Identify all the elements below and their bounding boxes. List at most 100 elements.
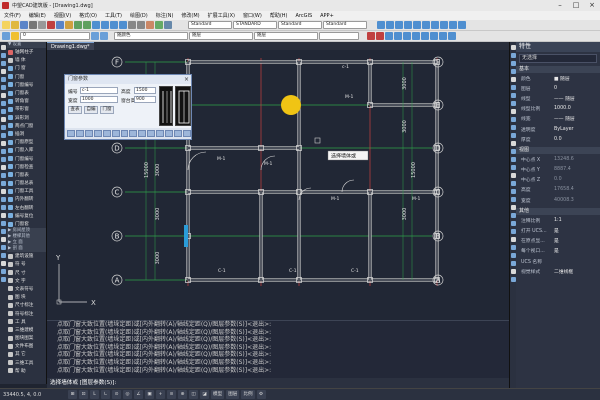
draw-command-icon[interactable] <box>1 181 6 186</box>
draw-command-icon[interactable] <box>1 189 6 194</box>
undo-icon[interactable] <box>74 21 82 29</box>
minimize-icon[interactable]: – <box>552 0 568 11</box>
zoom-window-icon[interactable] <box>110 21 118 29</box>
insert-wall-equal-icon[interactable] <box>93 130 102 137</box>
menu-item-8[interactable]: 扩展工具(X) <box>204 12 239 19</box>
layer-manager-icon[interactable] <box>2 32 10 40</box>
sill-height-input[interactable]: 900 <box>134 96 156 103</box>
make-current-layer-icon[interactable] <box>91 32 99 40</box>
sidebar-item[interactable]: 门窗表 <box>7 89 46 97</box>
property-row[interactable]: 在原点显... 是 <box>516 236 600 246</box>
draw-command-icon[interactable] <box>1 77 6 82</box>
draw-command-icon[interactable] <box>1 101 6 106</box>
insert-door-window-icon[interactable] <box>174 130 182 137</box>
sidebar-item[interactable]: 编号复位 <box>7 212 46 220</box>
sidebar-item[interactable]: 工 具 <box>7 318 46 326</box>
status-toggle-button[interactable]: ◫ <box>189 390 198 399</box>
redo-icon[interactable] <box>83 21 91 29</box>
draw-command-icon[interactable] <box>1 197 6 202</box>
draw-command-icon[interactable] <box>1 53 6 58</box>
property-row[interactable]: 线型 —— 随层 <box>516 93 600 103</box>
sidebar-item[interactable]: 三维建模 <box>7 326 46 334</box>
maximize-icon[interactable]: □ <box>568 0 584 11</box>
insert-by-corner-icon[interactable] <box>129 130 138 137</box>
property-row[interactable]: 注释比例 1:1 <box>516 215 600 225</box>
layer-tool-icon-5[interactable] <box>413 21 421 29</box>
menu-item-11[interactable]: ArcGIS <box>291 13 316 19</box>
paste-icon[interactable] <box>65 21 73 29</box>
menu-item-0[interactable]: 文件(F) <box>0 12 25 19</box>
status-toggle-button[interactable]: L <box>90 390 99 399</box>
insert-along-wall-icon[interactable] <box>75 130 84 137</box>
draw-command-icon[interactable] <box>1 253 6 258</box>
draw-tool-icon-5[interactable] <box>403 32 411 40</box>
property-row[interactable]: UCS 名称 <box>516 256 600 266</box>
layer-tool-icon-4[interactable] <box>404 21 412 29</box>
status-toggle-button[interactable]: ◎ <box>123 390 132 399</box>
sidebar-item[interactable]: 符号标注 <box>7 309 46 317</box>
property-row[interactable]: 线型比例 1000.0 <box>516 104 600 114</box>
sidebar-item[interactable]: 门窗原型 <box>7 138 46 146</box>
draw-command-icon[interactable] <box>1 93 6 98</box>
sidebar-item[interactable]: 门窗工具 <box>7 187 46 195</box>
draw-command-icon[interactable] <box>1 61 6 66</box>
print-icon[interactable] <box>29 21 37 29</box>
sidebar-item[interactable]: 其 它 <box>7 350 46 358</box>
width-input[interactable]: 1000 <box>80 96 118 103</box>
draw-command-icon[interactable] <box>1 125 6 130</box>
sidebar-item[interactable]: 帮 助 <box>7 367 46 375</box>
property-row[interactable]: 打开 UCS... 是 <box>516 225 600 235</box>
layer-tool-icon-10[interactable] <box>458 21 466 29</box>
insert-axis-equal-icon[interactable] <box>84 130 93 137</box>
menu-item-10[interactable]: 帮助(H) <box>266 12 292 19</box>
draw-command-icon[interactable] <box>1 221 6 226</box>
property-row[interactable]: 中心点 Y 8887.4 <box>516 165 600 175</box>
draw-tool-icon-10[interactable] <box>448 32 456 40</box>
sidebar-item[interactable]: 门窗编号 <box>7 154 46 162</box>
text-style-select[interactable]: Standard <box>188 21 232 29</box>
draw-tool-icon-7[interactable] <box>421 32 429 40</box>
property-row[interactable]: 透明度 ByLayer <box>516 124 600 134</box>
draw-command-icon[interactable] <box>1 69 6 74</box>
property-row[interactable]: 颜色 ■ 随层 <box>516 73 600 83</box>
sidebar-item[interactable]: 门窗总表 <box>7 179 46 187</box>
status-toggle-button[interactable]: ⚙ <box>256 390 266 399</box>
draw-command-icon[interactable] <box>1 269 6 274</box>
draw-command-icon[interactable] <box>1 165 6 170</box>
layer-tool-icon-9[interactable] <box>449 21 457 29</box>
preview-icon[interactable] <box>38 21 46 29</box>
sidebar-item[interactable]: 墙 体 <box>7 56 46 64</box>
draw-command-icon[interactable] <box>1 149 6 154</box>
status-toggle-button[interactable]: ⊕ <box>178 390 187 399</box>
sidebar-item[interactable]: 门 窗 <box>7 64 46 72</box>
sidebar-item[interactable]: 尺寸标注 <box>7 301 46 309</box>
color-select[interactable]: 随颜色 <box>114 32 188 40</box>
plot-style-select[interactable] <box>319 32 359 40</box>
status-toggle-button[interactable]: ∟ <box>101 390 110 399</box>
sidebar-item[interactable]: 图块图案 <box>7 334 46 342</box>
layer-tool-icon-8[interactable] <box>440 21 448 29</box>
cut-icon[interactable] <box>47 21 55 29</box>
command-prompt[interactable]: 选择墙体或 [图层参数(S)]: <box>47 378 509 388</box>
save-icon[interactable] <box>20 21 28 29</box>
menu-item-2[interactable]: 视图(V) <box>50 12 75 19</box>
menu-item-12[interactable]: APP+ <box>316 13 338 19</box>
property-group-header[interactable]: 视图 <box>516 147 600 155</box>
design-center-icon[interactable] <box>137 21 145 29</box>
draw-command-icon[interactable] <box>1 229 6 234</box>
layer-tool-icon-6[interactable] <box>422 21 430 29</box>
auto-number-button[interactable]: 自编 <box>84 106 98 114</box>
insert-free-icon[interactable] <box>67 130 75 137</box>
status-toggle-button[interactable]: 比例 <box>241 390 255 399</box>
sidebar-item[interactable]: 门窗编号 <box>7 81 46 89</box>
draw-command-icon[interactable] <box>1 157 6 162</box>
height-input[interactable]: 1500 <box>134 87 156 94</box>
sidebar-item[interactable]: 门窗检查 <box>7 163 46 171</box>
property-row[interactable]: 图层 0 <box>516 83 600 93</box>
menu-item-7[interactable]: 修改(M) <box>177 12 203 19</box>
open-folder-icon[interactable] <box>11 21 19 29</box>
draw-tool-icon-6[interactable] <box>412 32 420 40</box>
status-toggle-button[interactable]: ⊙ <box>112 390 121 399</box>
property-row[interactable]: 每个视口... 是 <box>516 246 600 256</box>
property-group-header[interactable]: 其他 <box>516 208 600 216</box>
